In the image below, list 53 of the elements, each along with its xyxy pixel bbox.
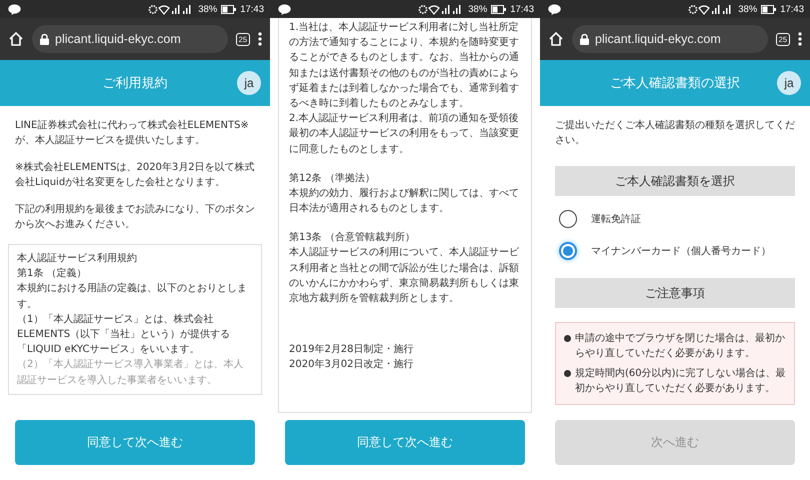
home-icon[interactable] xyxy=(548,31,564,47)
battery-percent: 38% xyxy=(468,4,488,14)
terms-text: 本規約の効力、履行および解釈に関しては、すべて日本法が適用されるものとします。 xyxy=(289,186,520,216)
terms-text: 1.当社は、本人認証サービス利用者に対し当社所定の方法で通知することにより、本規約を随時変更することができるものとします。なお、当社からの通知または送付書類その他のものが当社の責めによらず延着または到着しなかった場合でも、通常到着するべき時に到着したものとみなします。 xyxy=(289,20,520,111)
section-heading: ご注意事項 xyxy=(555,278,795,308)
terms-text: （2）「本人認証サービス導入事業者」とは、本人認証サービスを導入した事業者をいいます。 xyxy=(17,358,244,388)
chat-bubble-icon xyxy=(548,4,561,14)
notice-text: 申請の途中でブラウザを閉じた場合は、最初からやり直していただく必要があります。 xyxy=(575,332,786,361)
terms-text: （1）「本人認証サービス」とは、株式会社ELEMENTS（以下「当社」という）が提供する「LIQUID eKYCサービス」をいいます。 xyxy=(17,312,232,358)
terms-text: 第1条 （定義） xyxy=(17,266,88,282)
bullet-icon xyxy=(564,335,571,342)
terms-text: 2.本人認証サービス利用者は、前項の通知を受領後最初の本人認証サービスの利用をもって、当該変更に同意したものとします。 xyxy=(289,112,520,156)
lock-icon xyxy=(40,34,49,44)
address-bar[interactable]: plicant.liquid-ekyc.com xyxy=(572,25,768,53)
address-bar[interactable]: plicant.liquid-ekyc.com xyxy=(32,25,228,53)
lock-icon xyxy=(580,34,589,44)
terms-text: 本人認証サービスの利用について、本人認証サービス利用者と当社との間で訴訟が生じた場合は、訴額のいかんにかかわらず、東京簡易裁判所もしくは東京地方裁判所を管轄裁判所とします。 xyxy=(289,246,520,306)
menu-icon[interactable] xyxy=(798,32,802,46)
radio-button[interactable] xyxy=(559,210,577,228)
intro-text: ご提出いただくご本人確認書類の種類を選択してください。 xyxy=(555,118,795,148)
terms-text: 第12条 （準拠法） xyxy=(289,172,376,186)
page-title: ご本人確認書類の選択 xyxy=(610,75,740,92)
language-avatar[interactable]: ja xyxy=(237,71,261,95)
clock-time: 17:43 xyxy=(240,4,264,14)
terms-text: 本人認証サービス利用規約 xyxy=(17,252,138,266)
bullet-icon xyxy=(564,370,571,377)
home-icon[interactable] xyxy=(8,31,24,47)
language-avatar[interactable]: ja xyxy=(777,71,801,95)
terms-text: 本規約における用語の定義は、以下のとおりとします。 xyxy=(17,282,248,312)
chat-bubble-icon xyxy=(278,4,291,14)
battery-percent: 38% xyxy=(198,4,218,14)
option-label: 運転免許証 xyxy=(591,212,641,226)
option-label: マイナンバーカード（個人番号カード） xyxy=(591,244,771,258)
intro-text: 下記の利用規約を最後までお読みになり、下のボタンから次へお進みください。 xyxy=(15,202,255,232)
clock-time: 17:43 xyxy=(780,4,804,14)
section-heading: ご本人確認書類を選択 xyxy=(555,166,795,196)
intro-text: ※株式会社ELEMENTSは、2020年3月2日を以て株式会社Liquidが社名変更をした会社となります。 xyxy=(15,160,255,190)
menu-icon[interactable] xyxy=(258,32,262,46)
chat-bubble-icon xyxy=(8,4,21,14)
url-text: plicant.liquid-ekyc.com xyxy=(595,32,721,46)
radio-button[interactable] xyxy=(559,242,577,260)
terms-text: 2020年3月02日改定・施行 xyxy=(289,358,415,372)
intro-text: LINE証券株式会社に代わって株式会社ELEMENTS※が、本人認証サービスを提供いたします。 xyxy=(15,118,250,148)
url-text: plicant.liquid-ekyc.com xyxy=(55,32,181,46)
terms-text: 2019年2月28日制定・施行 xyxy=(289,342,415,358)
notice-text: 規定時間内(60分以内)に完了しない場合は、最初からやり直していただく必要があります。 xyxy=(575,366,786,396)
terms-text: 第13条 （合意管轄裁判所） xyxy=(289,230,416,246)
battery-icon xyxy=(221,4,236,14)
battery-percent: 38% xyxy=(738,4,758,14)
clock-time: 17:43 xyxy=(510,4,534,14)
battery-icon xyxy=(761,4,776,14)
battery-icon xyxy=(491,4,506,14)
page-title: ご利用規約 xyxy=(102,75,168,92)
